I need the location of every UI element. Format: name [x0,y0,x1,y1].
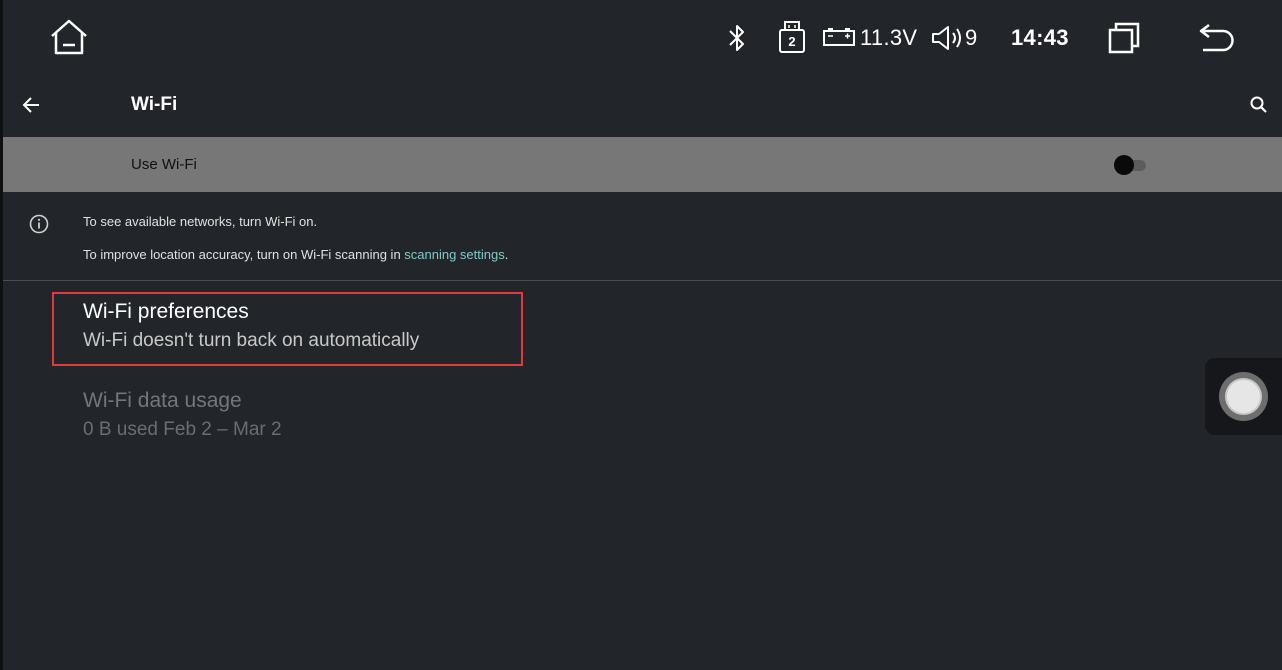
status-bar: 2 11.3V 9 14:43 [0,0,1282,76]
wifi-data-usage-item: Wi-Fi data usage 0 B used Feb 2 – Mar 2 [83,389,282,441]
clock: 14:43 [1011,25,1069,50]
info-text-scanning: To improve location accuracy, turn on Wi… [83,247,508,262]
recents-icon[interactable] [1107,21,1143,55]
divider [3,280,1282,281]
usb-badge: 2 [788,34,796,49]
page-title: Wi-Fi [131,94,178,115]
voltage-text: 11.3V [860,25,918,50]
info-scanning-suffix: . [504,247,509,262]
info-icon [28,213,50,240]
assist-dot [1227,380,1260,413]
highlight-box [52,292,523,366]
screen: 2 11.3V 9 14:43 Wi-Fi Use Wi-Fi To see a… [0,0,1282,670]
return-icon[interactable] [1197,21,1237,55]
floating-assist-button[interactable] [1205,358,1282,435]
usb-storage-icon: 2 [778,20,806,54]
use-wifi-row[interactable]: Use Wi-Fi [3,137,1282,192]
info-text-networks: To see available networks, turn Wi-Fi on… [83,214,318,229]
app-bar: Wi-Fi [0,76,1282,136]
use-wifi-switch[interactable] [1114,155,1146,175]
assist-ring [1219,372,1268,421]
wifi-data-usage-title: Wi-Fi data usage [83,389,242,412]
info-scanning-prefix: To improve location accuracy, turn on Wi… [83,247,405,262]
volume-level: 9 [965,25,978,50]
home-icon[interactable] [49,18,89,56]
scanning-settings-link[interactable]: scanning settings [404,247,504,262]
bluetooth-icon [726,22,748,54]
arrow-back-icon[interactable] [22,95,42,120]
battery-voltage-icon [822,26,856,48]
use-wifi-label: Use Wi-Fi [131,156,197,173]
search-icon[interactable] [1249,95,1269,120]
wifi-data-usage-summary: 0 B used Feb 2 – Mar 2 [83,419,282,440]
switch-thumb [1114,155,1134,175]
volume-icon[interactable] [930,24,964,52]
